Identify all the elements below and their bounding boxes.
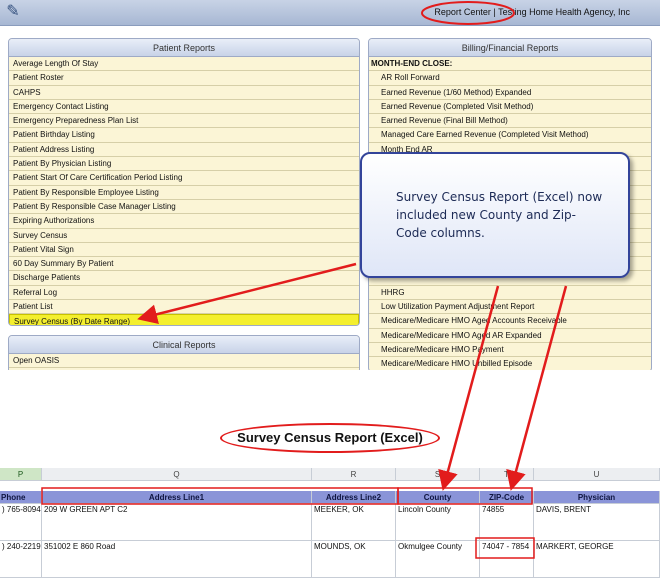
report-link[interactable]: Medicare/Medicare HMO Payment xyxy=(369,343,651,358)
table-cell[interactable]: 351002 E 860 Road xyxy=(42,541,312,578)
report-link[interactable]: Survey Census (By Date Range) xyxy=(9,314,359,325)
patient-reports-panel: Patient Reports Average Length Of Stay Pa… xyxy=(8,38,360,326)
report-link[interactable]: AR Roll Forward xyxy=(369,71,651,86)
report-link[interactable]: Open OASIS xyxy=(9,354,359,369)
table-cell[interactable]: MARKERT, GEORGE xyxy=(534,541,660,578)
report-link[interactable]: Patient By Responsible Employee Listing xyxy=(9,186,359,200)
table-cell[interactable]: DAVIS, BRENT xyxy=(534,504,660,541)
report-link[interactable]: Patient Address Listing xyxy=(9,143,359,158)
edit-icon[interactable]: ✎ xyxy=(2,2,24,22)
report-link[interactable]: HHRG xyxy=(369,286,651,301)
table-cell[interactable]: 74047 - 7854 xyxy=(480,541,534,578)
column-letter[interactable]: S xyxy=(396,468,480,481)
spreadsheet: PQRSTU Phone Address Line1 Address Line2 Co… xyxy=(0,468,660,579)
table-cell[interactable]: Lincoln County xyxy=(396,504,480,541)
column-header[interactable]: County xyxy=(396,491,480,504)
report-center-title: Report Center | Testing Home Health Agen… xyxy=(434,7,630,17)
report-link[interactable]: Medicare/Medicare HMO Aged AR Expanded xyxy=(369,329,651,343)
month-end-close-heading: MONTH-END CLOSE: xyxy=(369,57,651,72)
column-letter[interactable]: U xyxy=(534,468,660,481)
patient-reports-header: Patient Reports xyxy=(9,39,359,57)
report-link[interactable]: Emergency Contact Listing xyxy=(9,100,359,115)
callout-text: Survey Census Report (Excel) now include… xyxy=(396,190,603,240)
report-link[interactable]: Patient List xyxy=(9,300,359,315)
column-letter[interactable]: P xyxy=(0,468,42,481)
column-header[interactable]: Phone xyxy=(0,491,42,504)
clinical-reports-list: Open OASIS xyxy=(9,354,359,369)
report-link[interactable]: Medicare/Medicare HMO Aged Accounts Rece… xyxy=(369,314,651,329)
column-letter[interactable]: Q xyxy=(42,468,312,481)
report-link[interactable]: Low Utilization Payment Adjustment Repor… xyxy=(369,300,651,315)
report-link[interactable]: CAHPS xyxy=(9,86,359,100)
callout-box: Survey Census Report (Excel) now include… xyxy=(360,152,630,278)
report-link[interactable]: Referral Log xyxy=(9,286,359,301)
table-cell[interactable]: ) 240-2219 xyxy=(0,541,42,578)
column-letter[interactable]: T xyxy=(480,468,534,481)
report-link[interactable]: Expiring Authorizations xyxy=(9,214,359,229)
column-header[interactable]: Address Line1 xyxy=(42,491,312,504)
report-link[interactable]: Patient Vital Sign xyxy=(9,243,359,258)
report-link[interactable]: Patient Start Of Care Certification Peri… xyxy=(9,171,359,186)
table-row: ) 765-8094 209 W GREEN APT C2 MEEKER, OK Li… xyxy=(0,504,660,541)
report-link[interactable]: Patient Birthday Listing xyxy=(9,128,359,143)
column-letter[interactable]: R xyxy=(312,468,396,481)
table-row: ) 240-2219 351002 E 860 Road MOUNDS, OK Okm… xyxy=(0,541,660,578)
clinical-reports-panel: Clinical Reports Open OASIS xyxy=(8,335,360,370)
report-link[interactable]: 60 Day Summary By Patient xyxy=(9,257,359,272)
table-cell[interactable]: MOUNDS, OK xyxy=(312,541,396,578)
report-center-app: ✎ Report Center | Testing Home Health Ag… xyxy=(0,0,660,370)
report-link[interactable]: Managed Care Earned Revenue (Completed V… xyxy=(369,128,651,143)
report-link[interactable]: Earned Revenue (Final Bill Method) xyxy=(369,114,651,129)
column-header-row: Phone Address Line1 Address Line2 County ZIP… xyxy=(0,491,660,504)
report-link[interactable]: Earned Revenue (Completed Visit Method) xyxy=(369,100,651,115)
billing-reports-header: Billing/Financial Reports xyxy=(369,39,651,57)
app-topbar: ✎ Report Center | Testing Home Health Ag… xyxy=(0,0,660,26)
table-cell[interactable]: 74855 xyxy=(480,504,534,541)
report-link[interactable]: Earned Revenue (1/60 Method) Expanded xyxy=(369,86,651,100)
column-header[interactable]: ZIP-Code xyxy=(480,491,534,504)
report-caption: Survey Census Report (Excel) xyxy=(220,423,440,453)
report-link[interactable]: Survey Census xyxy=(9,229,359,243)
patient-reports-list: Average Length Of Stay Patient Roster CAHP… xyxy=(9,57,359,325)
report-link[interactable]: Patient By Physician Listing xyxy=(9,157,359,172)
report-link[interactable]: Medicare/Medicare HMO Unbilled Episode xyxy=(369,357,651,370)
table-cell[interactable]: MEEKER, OK xyxy=(312,504,396,541)
column-letter-row: PQRSTU xyxy=(0,468,660,481)
report-link[interactable]: Emergency Preparedness Plan List xyxy=(9,114,359,129)
table-cell[interactable]: Okmulgee County xyxy=(396,541,480,578)
clinical-reports-header: Clinical Reports xyxy=(9,336,359,354)
table-cell[interactable]: 209 W GREEN APT C2 xyxy=(42,504,312,541)
report-link[interactable]: Patient Roster xyxy=(9,71,359,86)
report-link[interactable]: Patient By Responsible Case Manager List… xyxy=(9,200,359,215)
report-link[interactable]: Average Length Of Stay xyxy=(9,57,359,72)
table-cell[interactable]: ) 765-8094 xyxy=(0,504,42,541)
report-link[interactable]: Discharge Patients xyxy=(9,271,359,286)
column-header[interactable]: Address Line2 xyxy=(312,491,396,504)
column-header[interactable]: Physician xyxy=(534,491,660,504)
